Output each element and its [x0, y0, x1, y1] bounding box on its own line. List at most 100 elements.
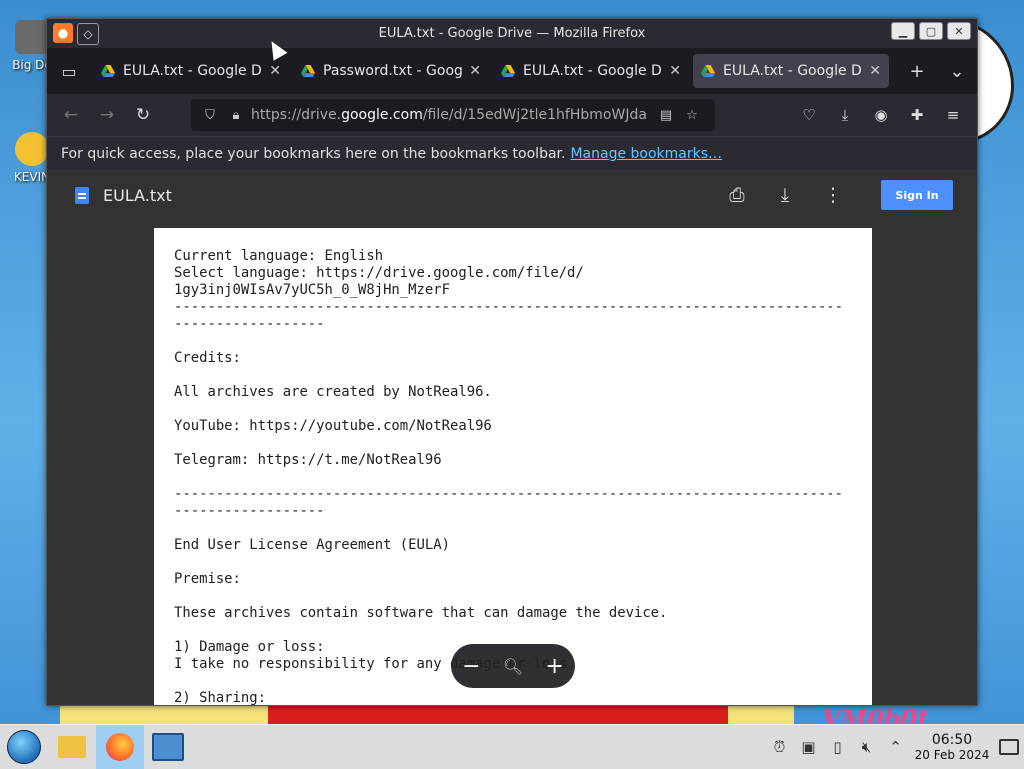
show-desktop-button[interactable]	[994, 739, 1024, 755]
document-page: Current language: English Select language…	[154, 228, 872, 705]
back-button[interactable]: ←	[53, 99, 89, 131]
document-line: 1gy3inj0WIsAv7yUC5h_0_W8jHn_MzerF	[174, 282, 450, 298]
download-icon[interactable]: ⤓	[761, 184, 809, 206]
close-tab-icon[interactable]: ✕	[269, 63, 281, 79]
taskbar-firefox[interactable]	[96, 725, 144, 769]
menu-icon[interactable]: ≡	[935, 106, 971, 124]
account-icon[interactable]: ◉	[863, 106, 899, 124]
sun-icon	[15, 132, 49, 166]
document-line: Telegram: https://t.me/NotReal96	[174, 452, 442, 468]
reload-button[interactable]: ↻	[125, 99, 161, 131]
folder-icon	[58, 736, 86, 758]
arrow-right-icon: →	[99, 105, 115, 125]
zoom-controls: − 🔍︎ +	[451, 644, 575, 688]
window-titlebar[interactable]: ● ◇ EULA.txt - Google Drive — Mozilla Fi…	[47, 19, 977, 48]
url-bar[interactable]: ⛉ 🔒︎ https://drive.google.com/file/d/15e…	[191, 99, 715, 131]
tab-bar: ▭ EULA.txt - Google Dr ✕ Password.txt - …	[47, 48, 977, 94]
document-line: Current language: English	[174, 248, 384, 264]
sign-in-button[interactable]: Sign In	[881, 180, 953, 210]
pocket-icon[interactable]: ♡	[791, 106, 827, 124]
list-all-tabs-button[interactable]: ⌄	[937, 48, 977, 94]
bookmark-star-icon[interactable]: ☆	[681, 108, 703, 123]
control-panel-icon	[152, 733, 184, 761]
document-line	[174, 469, 852, 486]
navigation-toolbar: ← → ↻ ⛉ 🔒︎ https://drive.google.com/file…	[47, 94, 977, 136]
google-drive-icon	[501, 65, 515, 77]
document-line: Select language: https://drive.google.co…	[174, 265, 584, 281]
shield-icon[interactable]: ⛉	[199, 108, 221, 123]
volume-muted-icon[interactable]: 🔇︎	[852, 738, 881, 756]
maximize-button[interactable]: ▢	[919, 22, 943, 40]
clipboard-icon[interactable]: ▣	[794, 738, 823, 756]
url-domain: google.com	[341, 107, 423, 123]
battery-icon[interactable]: ▯	[823, 738, 852, 756]
document-line: Credits:	[174, 350, 241, 366]
minimize-button[interactable]: ▁	[891, 22, 915, 40]
reader-view-icon[interactable]: ▤	[655, 108, 677, 123]
notification-icon[interactable]: ⏰︎	[765, 738, 794, 756]
tab-eula-2[interactable]: EULA.txt - Google Dr ✕	[493, 54, 689, 88]
window-title: EULA.txt - Google Drive — Mozilla Firefo…	[378, 26, 646, 41]
app-icon	[15, 20, 49, 54]
forward-button[interactable]: →	[89, 99, 125, 131]
firefox-icon[interactable]: ●	[53, 23, 73, 43]
document-line	[174, 367, 852, 384]
more-options-icon[interactable]: ⋮	[809, 184, 857, 206]
document-line: These archives contain software that can…	[174, 605, 668, 621]
lock-icon[interactable]: 🔒︎	[225, 108, 247, 123]
document-line: 2) Sharing:	[174, 690, 266, 705]
tab-eula-active[interactable]: EULA.txt - Google Dr ✕	[693, 54, 889, 88]
url-text[interactable]: https://drive.google.com/file/d/15edWj2t…	[251, 107, 655, 123]
zoom-out-button[interactable]: −	[462, 654, 480, 679]
taskbar-control-panel[interactable]	[144, 725, 192, 769]
close-tab-icon[interactable]: ✕	[869, 63, 881, 79]
bookmarks-message: For quick access, place your bookmarks h…	[61, 146, 566, 162]
document-line: ------------------	[174, 316, 325, 332]
downloads-icon[interactable]: ⤓	[827, 106, 863, 124]
document-line	[174, 588, 852, 605]
url-prefix: https://drive.	[251, 107, 342, 123]
start-orb-icon	[7, 730, 41, 764]
document-line: YouTube: https://youtube.com/NotReal96	[174, 418, 492, 434]
taskbar-file-manager[interactable]	[48, 725, 96, 769]
extensions-icon[interactable]: ✚	[899, 106, 935, 124]
close-window-button[interactable]: ✕	[947, 22, 971, 40]
google-drive-icon	[701, 65, 715, 77]
document-line: All archives are created by NotReal96.	[174, 384, 492, 400]
clock-date: 20 Feb 2024	[914, 748, 990, 762]
print-icon[interactable]: ⎙	[713, 184, 761, 206]
document-line	[174, 622, 852, 639]
start-button[interactable]	[0, 725, 48, 769]
desktop-icon-label: KEVIN	[13, 170, 51, 184]
firefox-view-icon: ▭	[61, 61, 77, 81]
firefox-icon	[106, 733, 134, 761]
system-tray: ⏰︎ ▣ ▯ 🔇︎ ⌃ 06:50 20 Feb 2024	[765, 725, 1024, 769]
clock[interactable]: 06:50 20 Feb 2024	[910, 732, 994, 762]
firefox-view-button[interactable]: ▭	[47, 48, 91, 94]
tab-password[interactable]: Password.txt - Google ✕	[293, 54, 489, 88]
tab-label: EULA.txt - Google Dr	[723, 63, 864, 79]
google-drive-icon	[301, 65, 315, 77]
tab-label: EULA.txt - Google Dr	[123, 63, 264, 79]
document-line: Premise:	[174, 571, 241, 587]
firefox-window: ● ◇ EULA.txt - Google Drive — Mozilla Fi…	[46, 18, 978, 706]
document-line	[174, 435, 852, 452]
document-line: End User License Agreement (EULA)	[174, 537, 450, 553]
document-line: ------------------	[174, 503, 325, 519]
document-line: ----------------------------------------…	[174, 299, 844, 315]
text-file-icon	[75, 186, 89, 204]
tab-label: EULA.txt - Google Dr	[523, 63, 664, 79]
arrow-left-icon: ←	[63, 105, 79, 125]
reload-icon: ↻	[135, 105, 151, 125]
chevron-up-icon[interactable]: ⌃	[881, 738, 910, 756]
file-name: EULA.txt	[103, 185, 172, 205]
close-tab-icon[interactable]: ✕	[669, 63, 681, 79]
pin-icon[interactable]: ◇	[77, 23, 99, 45]
drive-viewer: EULA.txt ⎙ ⤓ ⋮ Sign In Current language:…	[47, 170, 977, 705]
clock-time: 06:50	[931, 732, 973, 748]
tab-eula-1[interactable]: EULA.txt - Google Dr ✕	[93, 54, 289, 88]
zoom-in-button[interactable]: +	[545, 654, 563, 679]
close-tab-icon[interactable]: ✕	[469, 63, 481, 79]
new-tab-button[interactable]: +	[897, 48, 937, 94]
manage-bookmarks-link[interactable]: Manage bookmarks…	[570, 146, 722, 162]
